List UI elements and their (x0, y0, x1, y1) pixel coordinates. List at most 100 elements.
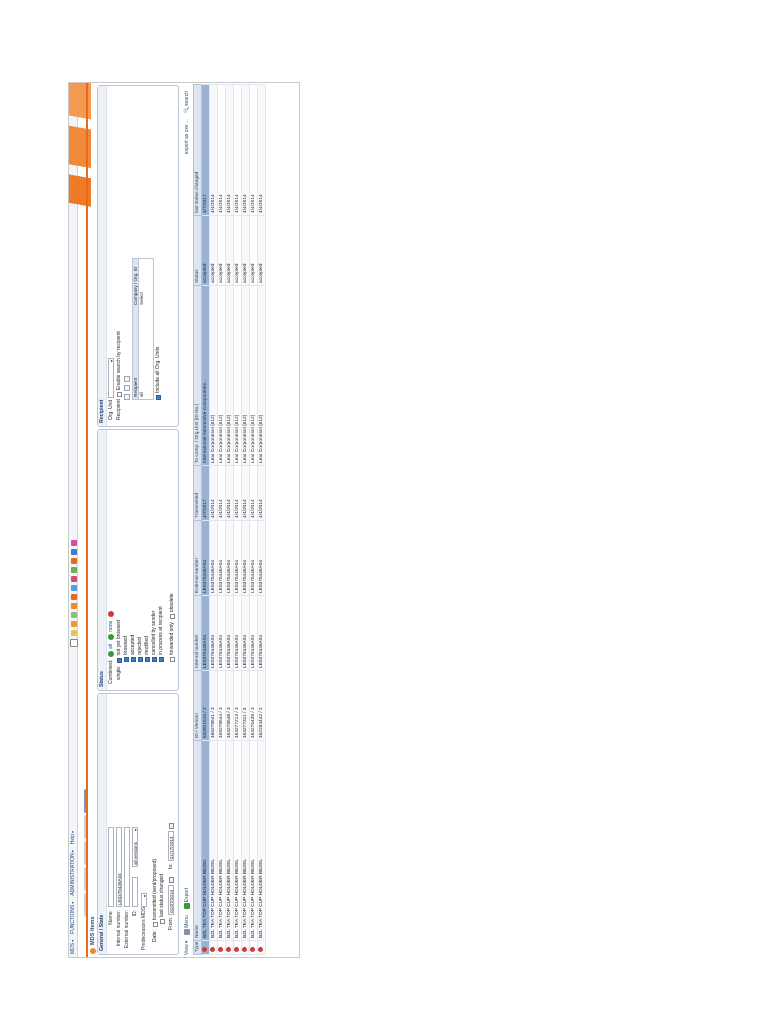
table-cell: LE0375446A04 (249, 520, 258, 596)
recipient-label: Recipient (116, 399, 122, 420)
all-link[interactable]: all (108, 644, 114, 649)
table-row[interactable]: BZL TEA TOP CUP HOLDER BEZEL 463278548 / … (225, 84, 234, 955)
table-cell: 4/4/2014 (225, 465, 234, 521)
report-icon[interactable] (71, 603, 77, 609)
company-column-header: Company / Org. ID (133, 266, 138, 305)
new-document-icon[interactable] (70, 639, 78, 647)
table-cell: 4/4/2014 (233, 84, 242, 216)
menu-functions[interactable]: FUNCTIONS▾ (70, 902, 76, 934)
edit-icon[interactable] (71, 621, 77, 627)
table-cell: 4/4/2014 (249, 84, 258, 216)
refresh-icon[interactable] (71, 567, 77, 573)
external-number-input[interactable] (124, 827, 130, 907)
include-org-units-checkbox[interactable] (155, 395, 161, 400)
status-checkbox[interactable] (116, 657, 122, 663)
panel-heading: General / State (98, 694, 107, 954)
recipient-column-header: Recipient (133, 377, 138, 397)
table-cell: accepted (233, 215, 242, 286)
column-header[interactable]: Status (193, 215, 202, 286)
menu-button[interactable]: Menu (184, 915, 190, 935)
version-select[interactable]: all versions ▾ (132, 827, 138, 867)
folder-icon[interactable] (71, 630, 77, 636)
menu-mds[interactable]: MDS▾ (70, 940, 76, 954)
tab-5[interactable] (84, 789, 86, 813)
search-button[interactable]: 🔍 search (184, 91, 190, 113)
column-header[interactable]: ID / Version (193, 670, 202, 741)
table-row[interactable]: BZL TEA TOP CUP HOLDER BEZEL 463277213 / … (233, 84, 242, 955)
mds-type-icon (250, 947, 255, 952)
tab-3[interactable] (84, 841, 86, 865)
mds-items-icon (89, 948, 96, 954)
table-row[interactable]: BZL TEA TOP CUP HOLDER BEZEL 466278541 / … (209, 84, 218, 955)
column-header[interactable]: Internal number (193, 595, 202, 671)
column-header[interactable]: Type (193, 940, 202, 955)
tree-icon[interactable] (71, 612, 77, 618)
company-cell[interactable]: Select (139, 292, 144, 307)
status-checkbox[interactable] (144, 657, 150, 662)
export-button[interactable]: Export (184, 888, 190, 910)
obsolete-checkbox[interactable] (169, 614, 175, 620)
table-row[interactable]: BZL TEA TOP CUP HOLDER BEZEL 463275439 / … (249, 84, 258, 955)
delete-icon[interactable] (124, 385, 130, 391)
panel-heading: Recipient (98, 86, 107, 426)
print-icon[interactable] (71, 558, 77, 564)
last-status-changed-radio[interactable] (159, 919, 165, 924)
org-unit-select[interactable]: ▾ (108, 358, 114, 398)
send-icon[interactable] (71, 594, 77, 600)
calendar-icon[interactable] (168, 876, 174, 883)
globe-icon[interactable] (71, 585, 77, 591)
column-header[interactable]: Name (193, 740, 202, 941)
table-cell: LE0375446A04 (225, 595, 234, 671)
table-row[interactable]: BZL TEA TOP CUP HOLDER BEZEL 463277311 / … (241, 84, 250, 955)
column-header[interactable]: To comp. / Org.Unit [ID No.] (193, 285, 202, 466)
tab-4[interactable] (84, 815, 86, 839)
check-all-icon[interactable] (108, 650, 114, 657)
calendar-icon[interactable] (168, 823, 174, 830)
column-header[interactable]: External number (193, 520, 202, 596)
check-none-icon[interactable] (108, 633, 114, 640)
table-row[interactable]: BZL TEA TOP CUP HOLDER BEZEL 462294442 / … (257, 84, 266, 955)
table-row[interactable]: BZL TEA TOP CUP HOLDER BEZEL 632821610 / … (201, 84, 210, 955)
column-header[interactable]: last status changed (193, 84, 202, 216)
from-date-input[interactable]: 01/07/2014 (168, 884, 174, 915)
remove-icon[interactable] (108, 610, 114, 617)
recipient-cell[interactable]: all (139, 307, 144, 399)
status-checkbox[interactable] (137, 657, 143, 662)
column-header[interactable]: Transmitted (193, 465, 202, 521)
tab-1[interactable] (84, 893, 86, 917)
transmitted-radio[interactable] (152, 922, 158, 928)
info-icon[interactable] (71, 549, 77, 555)
id-input[interactable] (132, 877, 138, 907)
menu-administration[interactable]: ADMINISTRATION▾ (70, 850, 76, 895)
mds-type-icon (218, 947, 223, 952)
table-row[interactable]: BZL TEA TOP CUP HOLDER BEZEL 469278544 / … (217, 84, 226, 955)
to-date-input[interactable]: 01/17/2014 (168, 831, 174, 862)
tab-2[interactable] (84, 867, 86, 891)
status-checkbox[interactable] (130, 657, 136, 662)
add-icon[interactable] (124, 394, 130, 400)
internal-number-input[interactable]: LE0375446A04 (116, 827, 122, 907)
export-csv-link[interactable]: export as csv ... (184, 119, 190, 154)
forwarded-only-checkbox[interactable] (169, 657, 175, 662)
table-cell: LE0375446A04 (201, 595, 210, 671)
status-checkbox[interactable] (158, 657, 164, 662)
status-checkbox[interactable] (151, 657, 157, 662)
help-icon[interactable] (71, 540, 77, 546)
table-cell: LE0375446A04 (209, 520, 218, 596)
none-link[interactable]: none (108, 621, 114, 632)
status-checkbox[interactable] (123, 657, 129, 662)
table-cell: Lear Corporation [612] (241, 285, 250, 466)
menu-help[interactable]: Help▾ (70, 831, 76, 844)
name-input[interactable] (108, 827, 114, 907)
view-menu[interactable]: View ▾ (184, 941, 190, 955)
predecessors-select[interactable]: ▾ (141, 893, 147, 907)
enable-recipient-search-checkbox[interactable] (116, 392, 122, 398)
table-cell: LE0375446A04 (217, 595, 226, 671)
table-cell: BZL TEA TOP CUP HOLDER BEZEL (257, 740, 266, 941)
enable-recipient-search-label: Enable search by recipient (116, 331, 122, 391)
search-icon[interactable] (124, 376, 130, 382)
table-cell: LE0375446A04 (257, 595, 266, 671)
status-option-label: accepted (130, 634, 136, 655)
favorites-icon[interactable] (71, 576, 77, 582)
single-label: single: (116, 665, 122, 680)
